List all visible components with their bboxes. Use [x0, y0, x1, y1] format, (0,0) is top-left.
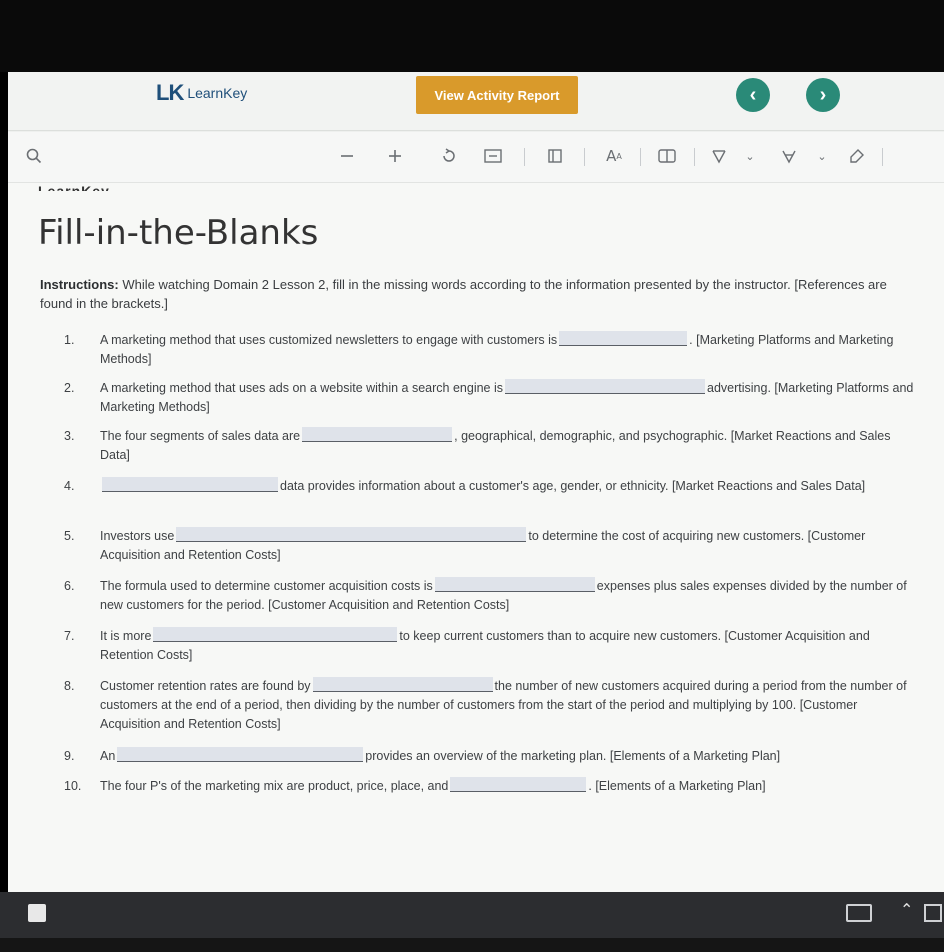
question-reference: . [Elements of a Marketing Plan] [588, 779, 766, 793]
answer-blank[interactable] [450, 777, 587, 792]
question-text: The four P's of the marketing mix are pr… [100, 779, 449, 793]
answer-blank[interactable] [117, 747, 364, 762]
question-text: Investors use [100, 529, 175, 543]
fit-page-icon[interactable] [482, 144, 504, 168]
erase-icon[interactable] [846, 144, 868, 168]
view-activity-report-button[interactable]: View Activity Report [416, 76, 578, 114]
question-number: 7. [64, 629, 75, 643]
pdf-document: LearnKey Fill-in-the-Blanks Instructions… [8, 183, 944, 892]
toolbar-separator [640, 148, 641, 166]
next-button[interactable]: › [806, 78, 840, 112]
question-number: 9. [64, 749, 75, 763]
answer-blank[interactable] [302, 427, 453, 442]
question-number: 6. [64, 579, 75, 593]
question-text: A marketing method that uses customized … [100, 333, 558, 347]
question-item: 6. The formula used to determine custome… [64, 577, 916, 615]
text-size-icon[interactable]: AA [602, 144, 626, 168]
tray-app-icon[interactable] [924, 904, 942, 922]
chevron-down-icon[interactable]: ⌄ [744, 144, 756, 168]
question-text: The four segments of sales data are [100, 429, 301, 443]
question-number: 5. [64, 529, 75, 543]
answer-blank[interactable] [153, 627, 398, 642]
question-reference: data provides information about a custom… [280, 479, 866, 493]
question-reference: provides an overview of the marketing pl… [365, 749, 781, 763]
question-item: 4. data provides information about a cus… [64, 477, 916, 496]
question-text: An [100, 749, 116, 763]
learnkey-logo[interactable]: LK LearnKey [156, 80, 247, 106]
page-view-icon[interactable] [544, 144, 566, 168]
immersive-reader-icon[interactable] [656, 144, 678, 168]
taskbar: ⌃ [0, 892, 944, 938]
zoom-in-icon[interactable] [384, 144, 406, 168]
toolbar-separator [882, 148, 883, 166]
question-number: 3. [64, 429, 75, 443]
answer-blank[interactable] [312, 677, 493, 692]
question-item: 2. A marketing method that uses ads on a… [64, 379, 916, 417]
answer-blank[interactable] [434, 577, 595, 592]
question-item: 1. A marketing method that uses customiz… [64, 331, 916, 369]
question-item: 8. Customer retention rates are found by… [64, 677, 916, 734]
toolbar-separator [694, 148, 695, 166]
logo-mark: LK [156, 80, 184, 105]
previous-button[interactable]: ‹ [736, 78, 770, 112]
question-number: 2. [64, 381, 75, 395]
instructions-text: While watching Domain 2 Lesson 2, fill i… [40, 277, 887, 311]
camera-top-border [0, 0, 944, 72]
question-text: It is more [100, 629, 152, 643]
question-item: 5. Investors use to determine the cost of… [64, 527, 916, 565]
instructions-label: Instructions: [40, 277, 119, 292]
question-text: Customer retention rates are found by [100, 679, 311, 693]
rotate-icon[interactable] [438, 144, 460, 168]
chevron-down-icon[interactable]: ⌄ [816, 144, 828, 168]
toolbar-separator [584, 148, 585, 166]
draw-icon[interactable] [708, 144, 730, 168]
question-number: 8. [64, 679, 75, 693]
highlight-icon[interactable] [778, 144, 800, 168]
camera-bottom-border [0, 938, 944, 952]
learnkey-header: LK LearnKey View Activity Report ‹ › [8, 72, 944, 131]
start-icon[interactable] [28, 904, 46, 922]
answer-blank[interactable] [505, 379, 706, 394]
chevron-up-icon[interactable]: ⌃ [900, 900, 913, 919]
question-text: The formula used to determine customer a… [100, 579, 433, 593]
keyboard-icon[interactable] [846, 904, 872, 922]
question-item: 10. The four P's of the marketing mix ar… [64, 777, 916, 796]
question-number: 1. [64, 333, 75, 347]
screen: LK LearnKey View Activity Report ‹ › AA [8, 72, 944, 892]
toolbar-separator [524, 148, 525, 166]
zoom-out-icon[interactable] [336, 144, 358, 168]
answer-blank[interactable] [176, 527, 527, 542]
logo-text: LearnKey [187, 85, 248, 101]
search-icon[interactable] [26, 144, 42, 168]
document-logo-cut: LearnKey [38, 183, 110, 191]
question-text: A marketing method that uses ads on a we… [100, 381, 504, 395]
answer-blank[interactable] [102, 477, 278, 492]
page-title: Fill-in-the-Blanks [38, 213, 319, 253]
question-number: 10. [64, 779, 82, 793]
question-number: 4. [64, 479, 75, 493]
question-item: 9. An provides an overview of the marketi… [64, 747, 916, 766]
pdf-toolbar: AA ⌄ ⌄ [8, 132, 944, 183]
answer-blank[interactable] [559, 331, 688, 346]
question-item: 7. It is more to keep current customers t… [64, 627, 916, 665]
question-item: 3. The four segments of sales data are, … [64, 427, 916, 465]
instructions: Instructions: While watching Domain 2 Le… [40, 275, 920, 313]
